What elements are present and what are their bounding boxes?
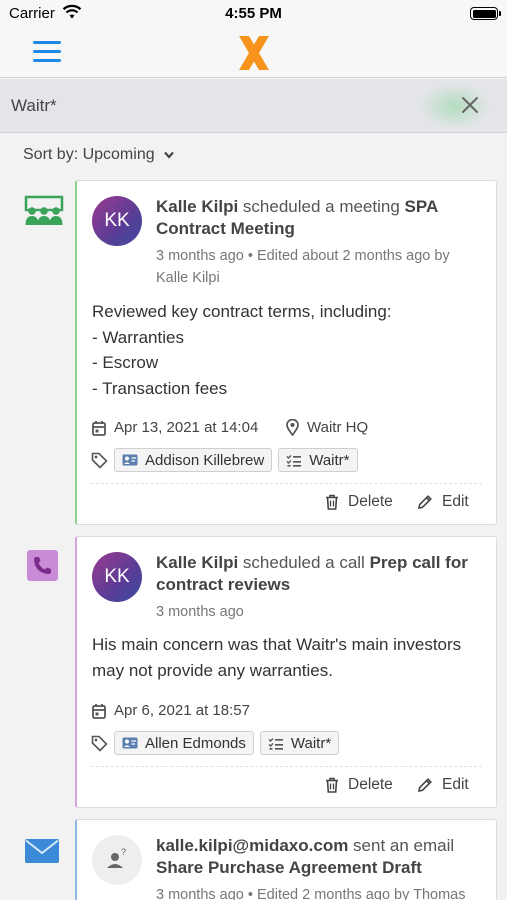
activity-card-email[interactable]: ? kalle.kilpi@midaxo.com sent an email S… xyxy=(75,819,497,900)
meeting-icon xyxy=(24,195,64,225)
author-name[interactable]: Kalle Kilpi xyxy=(156,197,238,216)
delete-button[interactable]: Delete xyxy=(325,493,393,511)
app-logo xyxy=(239,36,269,70)
activity-subject[interactable]: Prep call for xyxy=(370,553,468,572)
tag-project[interactable]: Waitr* xyxy=(278,448,358,472)
author-name[interactable]: kalle.kilpi@midaxo.com xyxy=(156,836,348,855)
edit-button[interactable]: Edit xyxy=(417,776,469,794)
envelope-icon xyxy=(25,839,59,863)
activity-card-meeting[interactable]: KK Kalle Kilpi scheduled a meeting SPA C… xyxy=(75,180,497,525)
activity-body: Reviewed key contract terms, including: … xyxy=(92,302,392,398)
clock: 4:55 PM xyxy=(225,5,282,22)
calendar-icon xyxy=(92,703,106,719)
activity-headline: Kalle Kilpi scheduled a meeting SPA Cont… xyxy=(156,197,439,238)
activity-headline: Kalle Kilpi scheduled a call Prep call f… xyxy=(156,553,468,594)
checklist-icon xyxy=(268,737,283,750)
activity-location: Waitr HQ xyxy=(286,419,368,436)
svg-text:?: ? xyxy=(121,847,126,857)
tag-row: Allen Edmonds Waitr* xyxy=(91,731,340,755)
calendar-icon xyxy=(92,420,106,436)
tag-row: Addison Killebrew Waitr* xyxy=(91,448,358,472)
trash-icon xyxy=(326,777,338,793)
status-bar: Carrier 4:55 PM xyxy=(0,0,507,28)
contact-card-icon xyxy=(122,737,138,749)
unknown-person-icon: ? xyxy=(92,835,142,885)
location-pin-icon xyxy=(286,419,299,436)
tag-project[interactable]: Waitr* xyxy=(259,731,340,755)
tag-contact[interactable]: Allen Edmonds xyxy=(114,731,254,755)
avatar: KK xyxy=(92,196,142,246)
tag-icon xyxy=(91,452,108,469)
tag-contact[interactable]: Addison Killebrew xyxy=(114,448,273,472)
author-name[interactable]: Kalle Kilpi xyxy=(156,553,238,572)
tag-icon xyxy=(91,735,108,752)
sort-dropdown[interactable]: Sort by: Upcoming xyxy=(23,146,175,164)
pencil-icon xyxy=(417,778,432,793)
activity-meta: 3 months ago xyxy=(156,604,244,620)
activity-date: Apr 6, 2021 at 18:57 xyxy=(92,702,250,719)
nav-bar xyxy=(0,28,507,78)
activity-meta: 3 months ago • Edited 2 months ago by Th… xyxy=(156,887,466,900)
activity-meta: 3 months ago • Edited about 2 months ago… xyxy=(156,248,450,286)
activity-subject[interactable]: Share Purchase Agreement Draft xyxy=(156,858,422,877)
close-icon[interactable] xyxy=(459,94,481,116)
activity-date: Apr 13, 2021 at 14:04 xyxy=(92,419,258,436)
trash-icon xyxy=(326,494,338,510)
edit-button[interactable]: Edit xyxy=(417,493,469,511)
divider xyxy=(91,766,482,767)
sort-label: Sort by: Upcoming xyxy=(23,146,155,163)
search-input[interactable]: Waitr* xyxy=(11,96,57,116)
checklist-icon xyxy=(286,454,302,467)
contact-card-icon xyxy=(122,454,138,466)
phone-icon xyxy=(27,550,58,581)
delete-button[interactable]: Delete xyxy=(325,776,393,794)
activity-subject[interactable]: SPA xyxy=(405,197,439,216)
battery-icon xyxy=(470,7,501,20)
activity-headline: kalle.kilpi@midaxo.com sent an email Sha… xyxy=(156,836,455,877)
activity-card-call[interactable]: KK Kalle Kilpi scheduled a call Prep cal… xyxy=(75,536,497,808)
search-bar[interactable]: Waitr* xyxy=(0,79,507,133)
activity-body: His main concern was that Waitr's main i… xyxy=(92,635,462,680)
chevron-down-icon xyxy=(163,151,174,159)
pencil-icon xyxy=(417,495,432,510)
divider xyxy=(91,483,482,484)
avatar: KK xyxy=(92,552,142,602)
menu-icon[interactable] xyxy=(33,41,61,63)
